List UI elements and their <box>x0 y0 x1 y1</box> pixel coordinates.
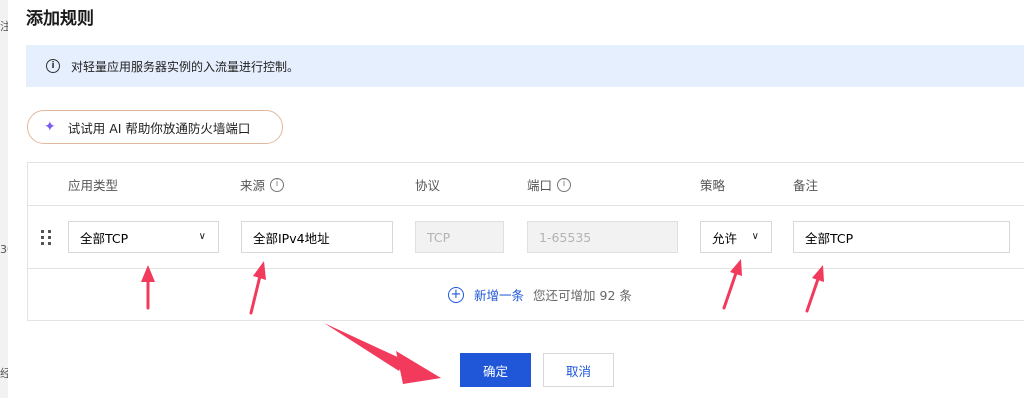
add-rule-link[interactable]: 新增一条 <box>474 285 524 304</box>
add-rule-hint: 您还可增加 92 条 <box>533 288 632 303</box>
background-text-fragment: 30 <box>0 243 8 256</box>
port-input: 1-65535 <box>527 221 678 253</box>
divider <box>28 268 1024 269</box>
port-value: 1-65535 <box>539 229 592 245</box>
protocol-input: TCP <box>415 221 504 253</box>
notice-text: 对轻量应用服务器实例的入流量进行控制。 <box>71 59 300 74</box>
rule-table: 应用类型 来源 i 协议 端口 i 策略 备注 全部TCP ∨ 全部IPv4地址… <box>27 162 1024 321</box>
header-policy: 策略 <box>700 178 726 193</box>
remark-input[interactable]: 全部TCP <box>793 221 1010 253</box>
policy-value: 允许 <box>712 230 738 246</box>
info-circle-icon: i <box>46 59 60 73</box>
app-type-value: 全部TCP <box>80 230 129 246</box>
protocol-value: TCP <box>427 229 451 245</box>
chevron-down-icon: ∨ <box>198 231 206 242</box>
header-app-type: 应用类型 <box>68 178 119 193</box>
background-text-fragment: 经 <box>0 367 8 380</box>
add-rule-row: + 新增一条 您还可增加 92 条 <box>448 285 632 304</box>
ai-assist-label: 试试用 AI 帮助你放通防火墙端口 <box>67 120 251 136</box>
source-input[interactable]: 全部IPv4地址 <box>241 221 393 253</box>
cancel-button[interactable]: 取消 <box>543 353 614 387</box>
header-source: 来源 i <box>240 175 285 194</box>
background-text-fragment: 注 <box>0 20 8 33</box>
policy-select[interactable]: 允许 ∨ <box>700 221 772 253</box>
chevron-down-icon: ∨ <box>751 231 759 242</box>
confirm-button[interactable]: 确定 <box>460 353 531 387</box>
remark-value: 全部TCP <box>805 230 854 246</box>
plus-circle-icon[interactable]: + <box>448 286 464 303</box>
app-type-select[interactable]: 全部TCP ∨ <box>68 221 219 253</box>
question-circle-icon[interactable]: i <box>557 177 572 192</box>
header-port: 端口 i <box>527 175 572 194</box>
dialog-title: 添加规则 <box>26 9 94 29</box>
sparkle-icon: ✦ <box>44 119 56 135</box>
drag-handle-icon[interactable] <box>41 230 53 246</box>
annotation-arrow <box>324 323 441 384</box>
ai-assist-button[interactable]: ✦ 试试用 AI 帮助你放通防火墙端口 <box>27 110 283 144</box>
question-circle-icon[interactable]: i <box>270 177 285 192</box>
background-window-edge: 注 30 经 <box>0 0 8 398</box>
divider <box>28 205 1024 206</box>
source-value: 全部IPv4地址 <box>253 230 330 246</box>
header-remark: 备注 <box>793 178 819 193</box>
info-notice: i 对轻量应用服务器实例的入流量进行控制。 <box>26 45 1024 87</box>
header-protocol: 协议 <box>415 178 441 193</box>
